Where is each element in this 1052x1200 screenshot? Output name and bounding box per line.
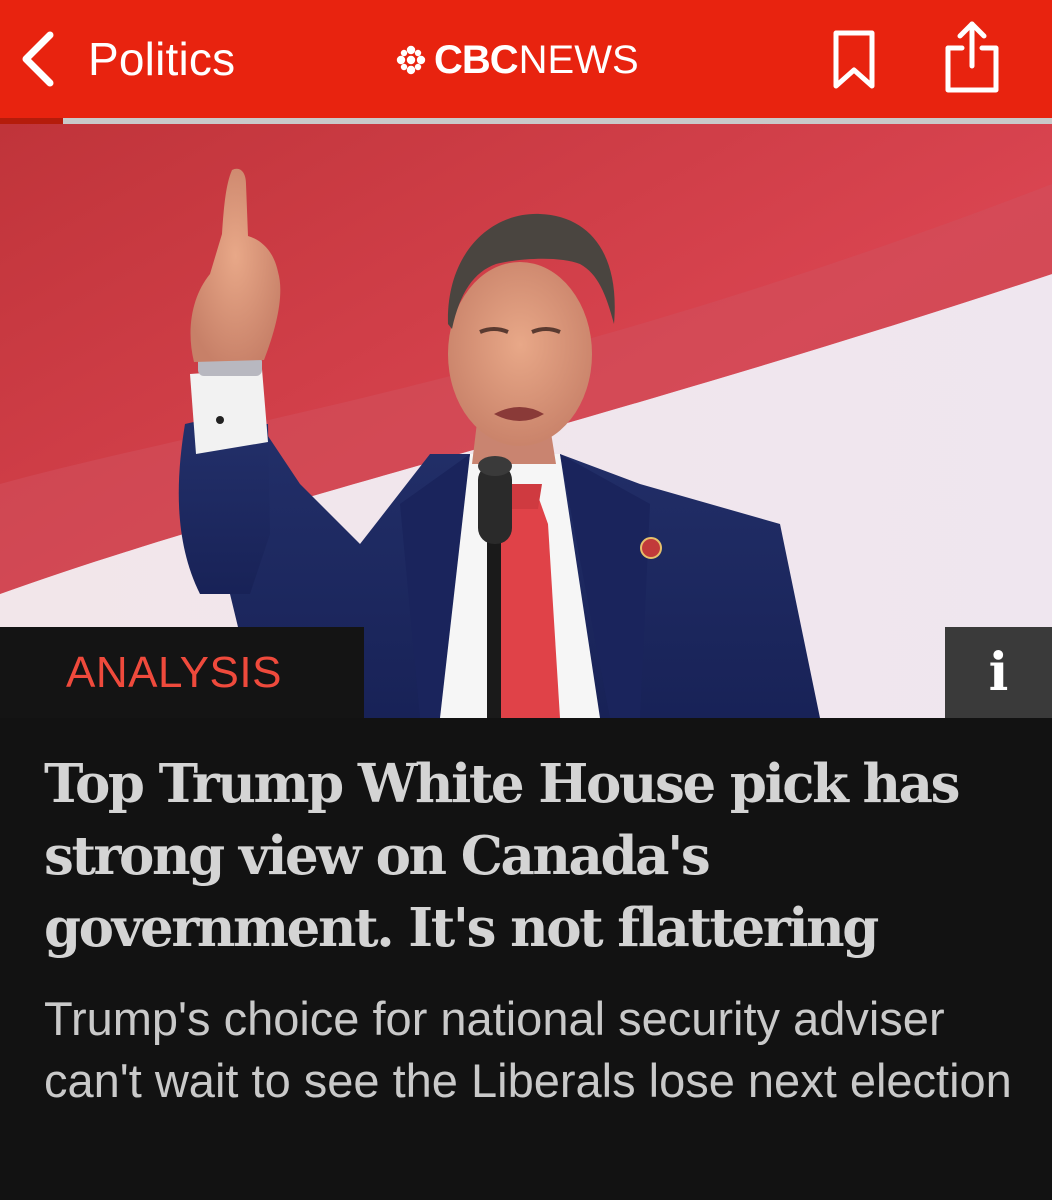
analysis-tag: ANALYSIS <box>66 648 282 697</box>
back-button-label: Politics <box>88 33 236 85</box>
brand-cbc: CBC <box>434 37 519 82</box>
chevron-left-icon <box>22 31 54 87</box>
article-dek: Trump's choice for national security adv… <box>44 992 1012 1107</box>
top-navigation-bar: Politics CBC NEWS <box>0 0 1052 118</box>
bookmark-icon[interactable] <box>830 28 878 92</box>
brand-news: NEWS <box>518 37 639 82</box>
info-icon: i <box>988 641 1009 703</box>
back-button[interactable]: Politics <box>18 22 235 96</box>
share-icon[interactable] <box>940 18 1004 94</box>
cbc-gem-icon <box>396 45 426 75</box>
article-screen: Politics CBC NEWS ANALYSIS i Top Trump W… <box>0 0 1052 1200</box>
article-headline[interactable]: Top Trump White House pick has strong vi… <box>44 748 1024 964</box>
cbc-news-logo: CBC NEWS <box>396 34 639 86</box>
photo-info-button[interactable]: i <box>945 627 1052 718</box>
